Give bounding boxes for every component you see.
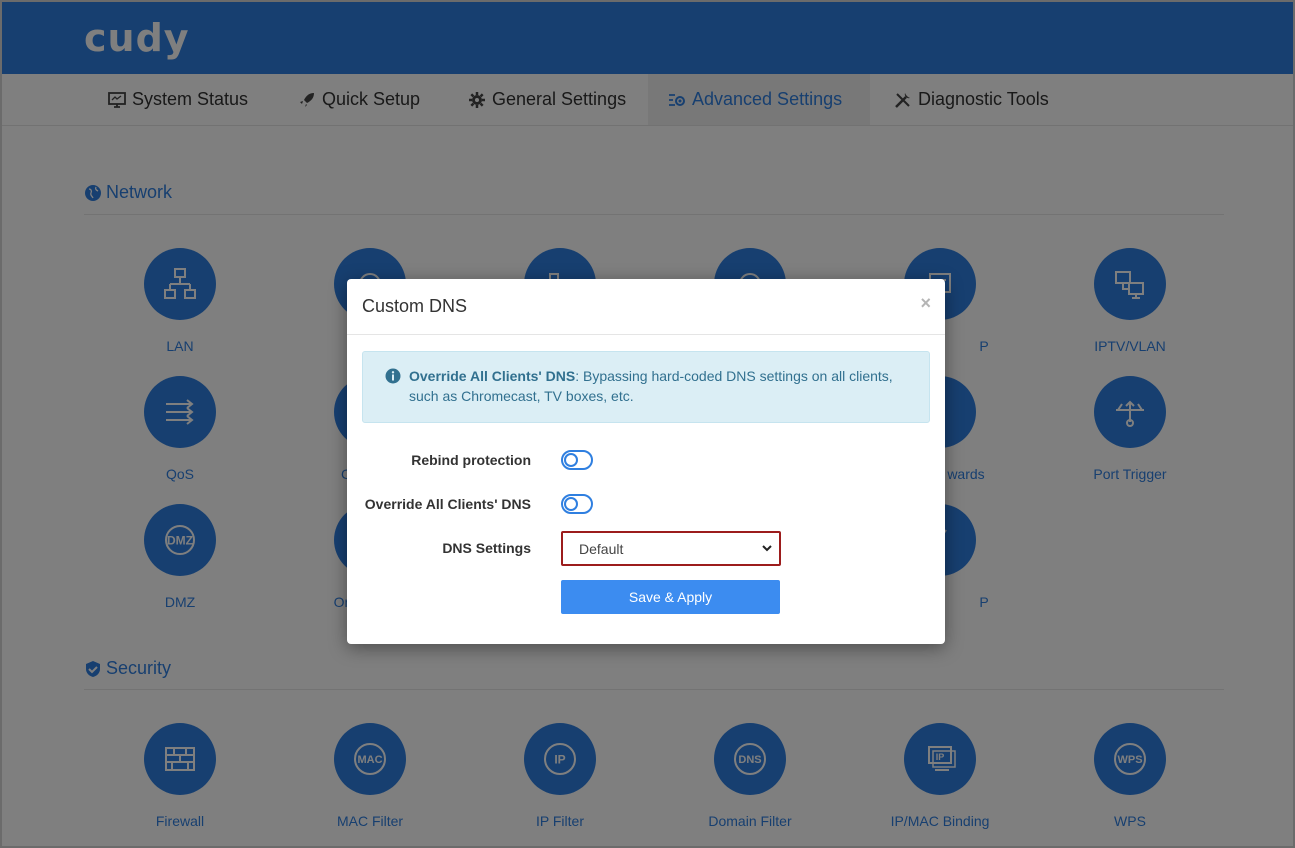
info-icon (385, 368, 401, 384)
info-text: Override All Clients' DNS: Bypassing har… (385, 366, 909, 406)
override-toggle[interactable] (561, 494, 593, 514)
info-alert: Override All Clients' DNS: Bypassing har… (362, 351, 930, 423)
modal-title: Custom DNS (362, 296, 468, 316)
custom-dns-modal: Custom DNS × Override All Clients' DNS: … (347, 279, 945, 644)
dns-settings-row: DNS Settings Default (347, 531, 945, 566)
save-apply-button[interactable]: Save & Apply (561, 580, 780, 614)
rebind-label: Rebind protection (411, 452, 531, 468)
toggle-track (561, 450, 593, 470)
toggle-knob (564, 497, 578, 511)
dns-settings-select[interactable]: Default (561, 531, 781, 566)
select-value: Default (579, 541, 624, 557)
chevron-down-icon (762, 545, 772, 552)
rebind-row: Rebind protection (347, 445, 945, 475)
close-icon[interactable]: × (920, 293, 931, 314)
override-label: Override All Clients' DNS (364, 496, 531, 512)
toggle-track (561, 494, 593, 514)
info-bold: Override All Clients' DNS (409, 368, 576, 384)
rebind-toggle[interactable] (561, 450, 593, 470)
browser-frame: cudy System Status Quick Setup General S… (0, 0, 1295, 848)
modal-header: Custom DNS × (347, 279, 945, 335)
toggle-knob (564, 453, 578, 467)
select-box[interactable]: Default (561, 531, 781, 566)
override-row: Override All Clients' DNS (347, 489, 945, 519)
dns-settings-label: DNS Settings (442, 540, 531, 556)
